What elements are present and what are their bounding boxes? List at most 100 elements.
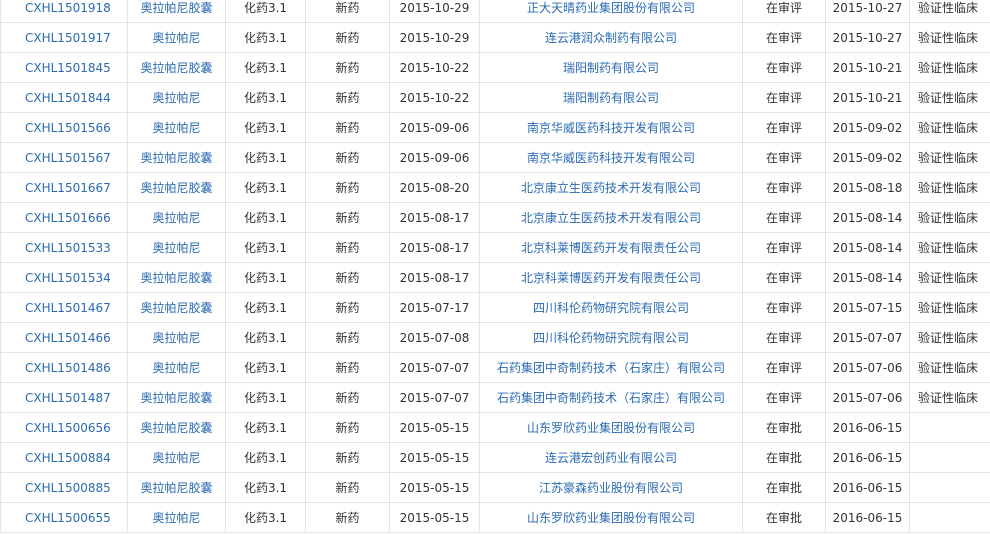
status-date-cell: 2015-10-21 [825, 82, 910, 113]
application-type-cell: 新药 [305, 502, 390, 533]
status-date-cell: 2015-09-02 [825, 142, 910, 173]
acceptance-code-link[interactable]: CXHL1501467 [0, 292, 128, 323]
acceptance-code-link[interactable]: CXHL1501845 [0, 52, 128, 83]
drug-name-link[interactable]: 奥拉帕尼 [127, 112, 226, 143]
review-status-cell: 在审评 [742, 0, 826, 23]
application-date-cell: 2015-09-06 [389, 112, 480, 143]
table-row: CXHL1501466 奥拉帕尼 化药3.1 新药 2015-07-08 四川科… [0, 322, 990, 353]
acceptance-code-link[interactable]: CXHL1501533 [0, 232, 128, 263]
table-body: CXHL1501918 奥拉帕尼胶囊 化药3.1 新药 2015-10-29 正… [0, 0, 990, 533]
drug-name-link[interactable]: 奥拉帕尼胶囊 [127, 262, 226, 293]
acceptance-code-link[interactable]: CXHL1500885 [0, 472, 128, 503]
drug-name-link[interactable]: 奥拉帕尼胶囊 [127, 0, 226, 23]
status-date-cell: 2015-10-27 [825, 22, 910, 53]
company-name-link[interactable]: 四川科伦药物研究院有限公司 [479, 292, 743, 323]
drug-category-cell: 化药3.1 [225, 322, 306, 353]
drug-category-cell: 化药3.1 [225, 112, 306, 143]
note-cell: 验证性临床 [909, 322, 990, 353]
acceptance-code-link[interactable]: CXHL1501844 [0, 82, 128, 113]
status-date-cell: 2015-09-02 [825, 112, 910, 143]
acceptance-code-link[interactable]: CXHL1501917 [0, 22, 128, 53]
company-name-link[interactable]: 四川科伦药物研究院有限公司 [479, 322, 743, 353]
drug-category-cell: 化药3.1 [225, 442, 306, 473]
application-date-cell: 2015-08-17 [389, 262, 480, 293]
application-date-cell: 2015-08-17 [389, 232, 480, 263]
drug-category-cell: 化药3.1 [225, 292, 306, 323]
acceptance-code-link[interactable]: CXHL1500655 [0, 502, 128, 533]
status-date-cell: 2015-07-07 [825, 322, 910, 353]
company-name-link[interactable]: 南京华威医药科技开发有限公司 [479, 142, 743, 173]
status-date-cell: 2015-07-15 [825, 292, 910, 323]
drug-registration-table: CXHL1501918 奥拉帕尼胶囊 化药3.1 新药 2015-10-29 正… [0, 0, 990, 533]
drug-category-cell: 化药3.1 [225, 22, 306, 53]
note-cell [909, 412, 990, 443]
company-name-link[interactable]: 北京科莱博医药开发有限责任公司 [479, 262, 743, 293]
company-name-link[interactable]: 石药集团中奇制药技术（石家庄）有限公司 [479, 352, 743, 383]
company-name-link[interactable]: 连云港润众制药有限公司 [479, 22, 743, 53]
company-name-link[interactable]: 江苏豪森药业股份有限公司 [479, 472, 743, 503]
note-cell: 验证性临床 [909, 22, 990, 53]
application-date-cell: 2015-10-29 [389, 0, 480, 23]
note-cell: 验证性临床 [909, 82, 990, 113]
note-cell: 验证性临床 [909, 232, 990, 263]
drug-registration-table-container: CXHL1501918 奥拉帕尼胶囊 化药3.1 新药 2015-10-29 正… [0, 0, 990, 533]
status-date-cell: 2015-08-18 [825, 172, 910, 203]
acceptance-code-link[interactable]: CXHL1501534 [0, 262, 128, 293]
drug-name-link[interactable]: 奥拉帕尼 [127, 322, 226, 353]
acceptance-code-link[interactable]: CXHL1501487 [0, 382, 128, 413]
application-type-cell: 新药 [305, 232, 390, 263]
drug-name-link[interactable]: 奥拉帕尼胶囊 [127, 382, 226, 413]
drug-name-link[interactable]: 奥拉帕尼胶囊 [127, 52, 226, 83]
note-cell [909, 442, 990, 473]
table-row: CXHL1501487 奥拉帕尼胶囊 化药3.1 新药 2015-07-07 石… [0, 382, 990, 413]
acceptance-code-link[interactable]: CXHL1501567 [0, 142, 128, 173]
acceptance-code-link[interactable]: CXHL1501667 [0, 172, 128, 203]
company-name-link[interactable]: 山东罗欣药业集团股份有限公司 [479, 502, 743, 533]
company-name-link[interactable]: 山东罗欣药业集团股份有限公司 [479, 412, 743, 443]
company-name-link[interactable]: 瑞阳制药有限公司 [479, 52, 743, 83]
drug-name-link[interactable]: 奥拉帕尼 [127, 352, 226, 383]
acceptance-code-link[interactable]: CXHL1501486 [0, 352, 128, 383]
application-type-cell: 新药 [305, 442, 390, 473]
application-date-cell: 2015-05-15 [389, 472, 480, 503]
company-name-link[interactable]: 连云港宏创药业有限公司 [479, 442, 743, 473]
review-status-cell: 在审批 [742, 442, 826, 473]
drug-name-link[interactable]: 奥拉帕尼 [127, 232, 226, 263]
table-row: CXHL1501666 奥拉帕尼 化药3.1 新药 2015-08-17 北京康… [0, 202, 990, 233]
drug-category-cell: 化药3.1 [225, 352, 306, 383]
acceptance-code-link[interactable]: CXHL1501566 [0, 112, 128, 143]
review-status-cell: 在审评 [742, 142, 826, 173]
drug-category-cell: 化药3.1 [225, 472, 306, 503]
drug-name-link[interactable]: 奥拉帕尼胶囊 [127, 142, 226, 173]
drug-category-cell: 化药3.1 [225, 412, 306, 443]
drug-name-link[interactable]: 奥拉帕尼 [127, 22, 226, 53]
application-date-cell: 2015-10-22 [389, 52, 480, 83]
drug-name-link[interactable]: 奥拉帕尼胶囊 [127, 172, 226, 203]
drug-name-link[interactable]: 奥拉帕尼 [127, 502, 226, 533]
company-name-link[interactable]: 瑞阳制药有限公司 [479, 82, 743, 113]
acceptance-code-link[interactable]: CXHL1501918 [0, 0, 128, 23]
application-type-cell: 新药 [305, 82, 390, 113]
company-name-link[interactable]: 石药集团中奇制药技术（石家庄）有限公司 [479, 382, 743, 413]
company-name-link[interactable]: 正大天晴药业集团股份有限公司 [479, 0, 743, 23]
drug-name-link[interactable]: 奥拉帕尼胶囊 [127, 472, 226, 503]
company-name-link[interactable]: 北京康立生医药技术开发有限公司 [479, 172, 743, 203]
table-row: CXHL1501844 奥拉帕尼 化药3.1 新药 2015-10-22 瑞阳制… [0, 82, 990, 113]
acceptance-code-link[interactable]: CXHL1501466 [0, 322, 128, 353]
review-status-cell: 在审评 [742, 292, 826, 323]
company-name-link[interactable]: 南京华威医药科技开发有限公司 [479, 112, 743, 143]
company-name-link[interactable]: 北京康立生医药技术开发有限公司 [479, 202, 743, 233]
application-type-cell: 新药 [305, 292, 390, 323]
acceptance-code-link[interactable]: CXHL1501666 [0, 202, 128, 233]
drug-category-cell: 化药3.1 [225, 142, 306, 173]
company-name-link[interactable]: 北京科莱博医药开发有限责任公司 [479, 232, 743, 263]
acceptance-code-link[interactable]: CXHL1500884 [0, 442, 128, 473]
review-status-cell: 在审评 [742, 262, 826, 293]
drug-name-link[interactable]: 奥拉帕尼 [127, 82, 226, 113]
acceptance-code-link[interactable]: CXHL1500656 [0, 412, 128, 443]
drug-name-link[interactable]: 奥拉帕尼胶囊 [127, 292, 226, 323]
drug-name-link[interactable]: 奥拉帕尼胶囊 [127, 412, 226, 443]
drug-name-link[interactable]: 奥拉帕尼 [127, 442, 226, 473]
drug-name-link[interactable]: 奥拉帕尼 [127, 202, 226, 233]
drug-category-cell: 化药3.1 [225, 502, 306, 533]
